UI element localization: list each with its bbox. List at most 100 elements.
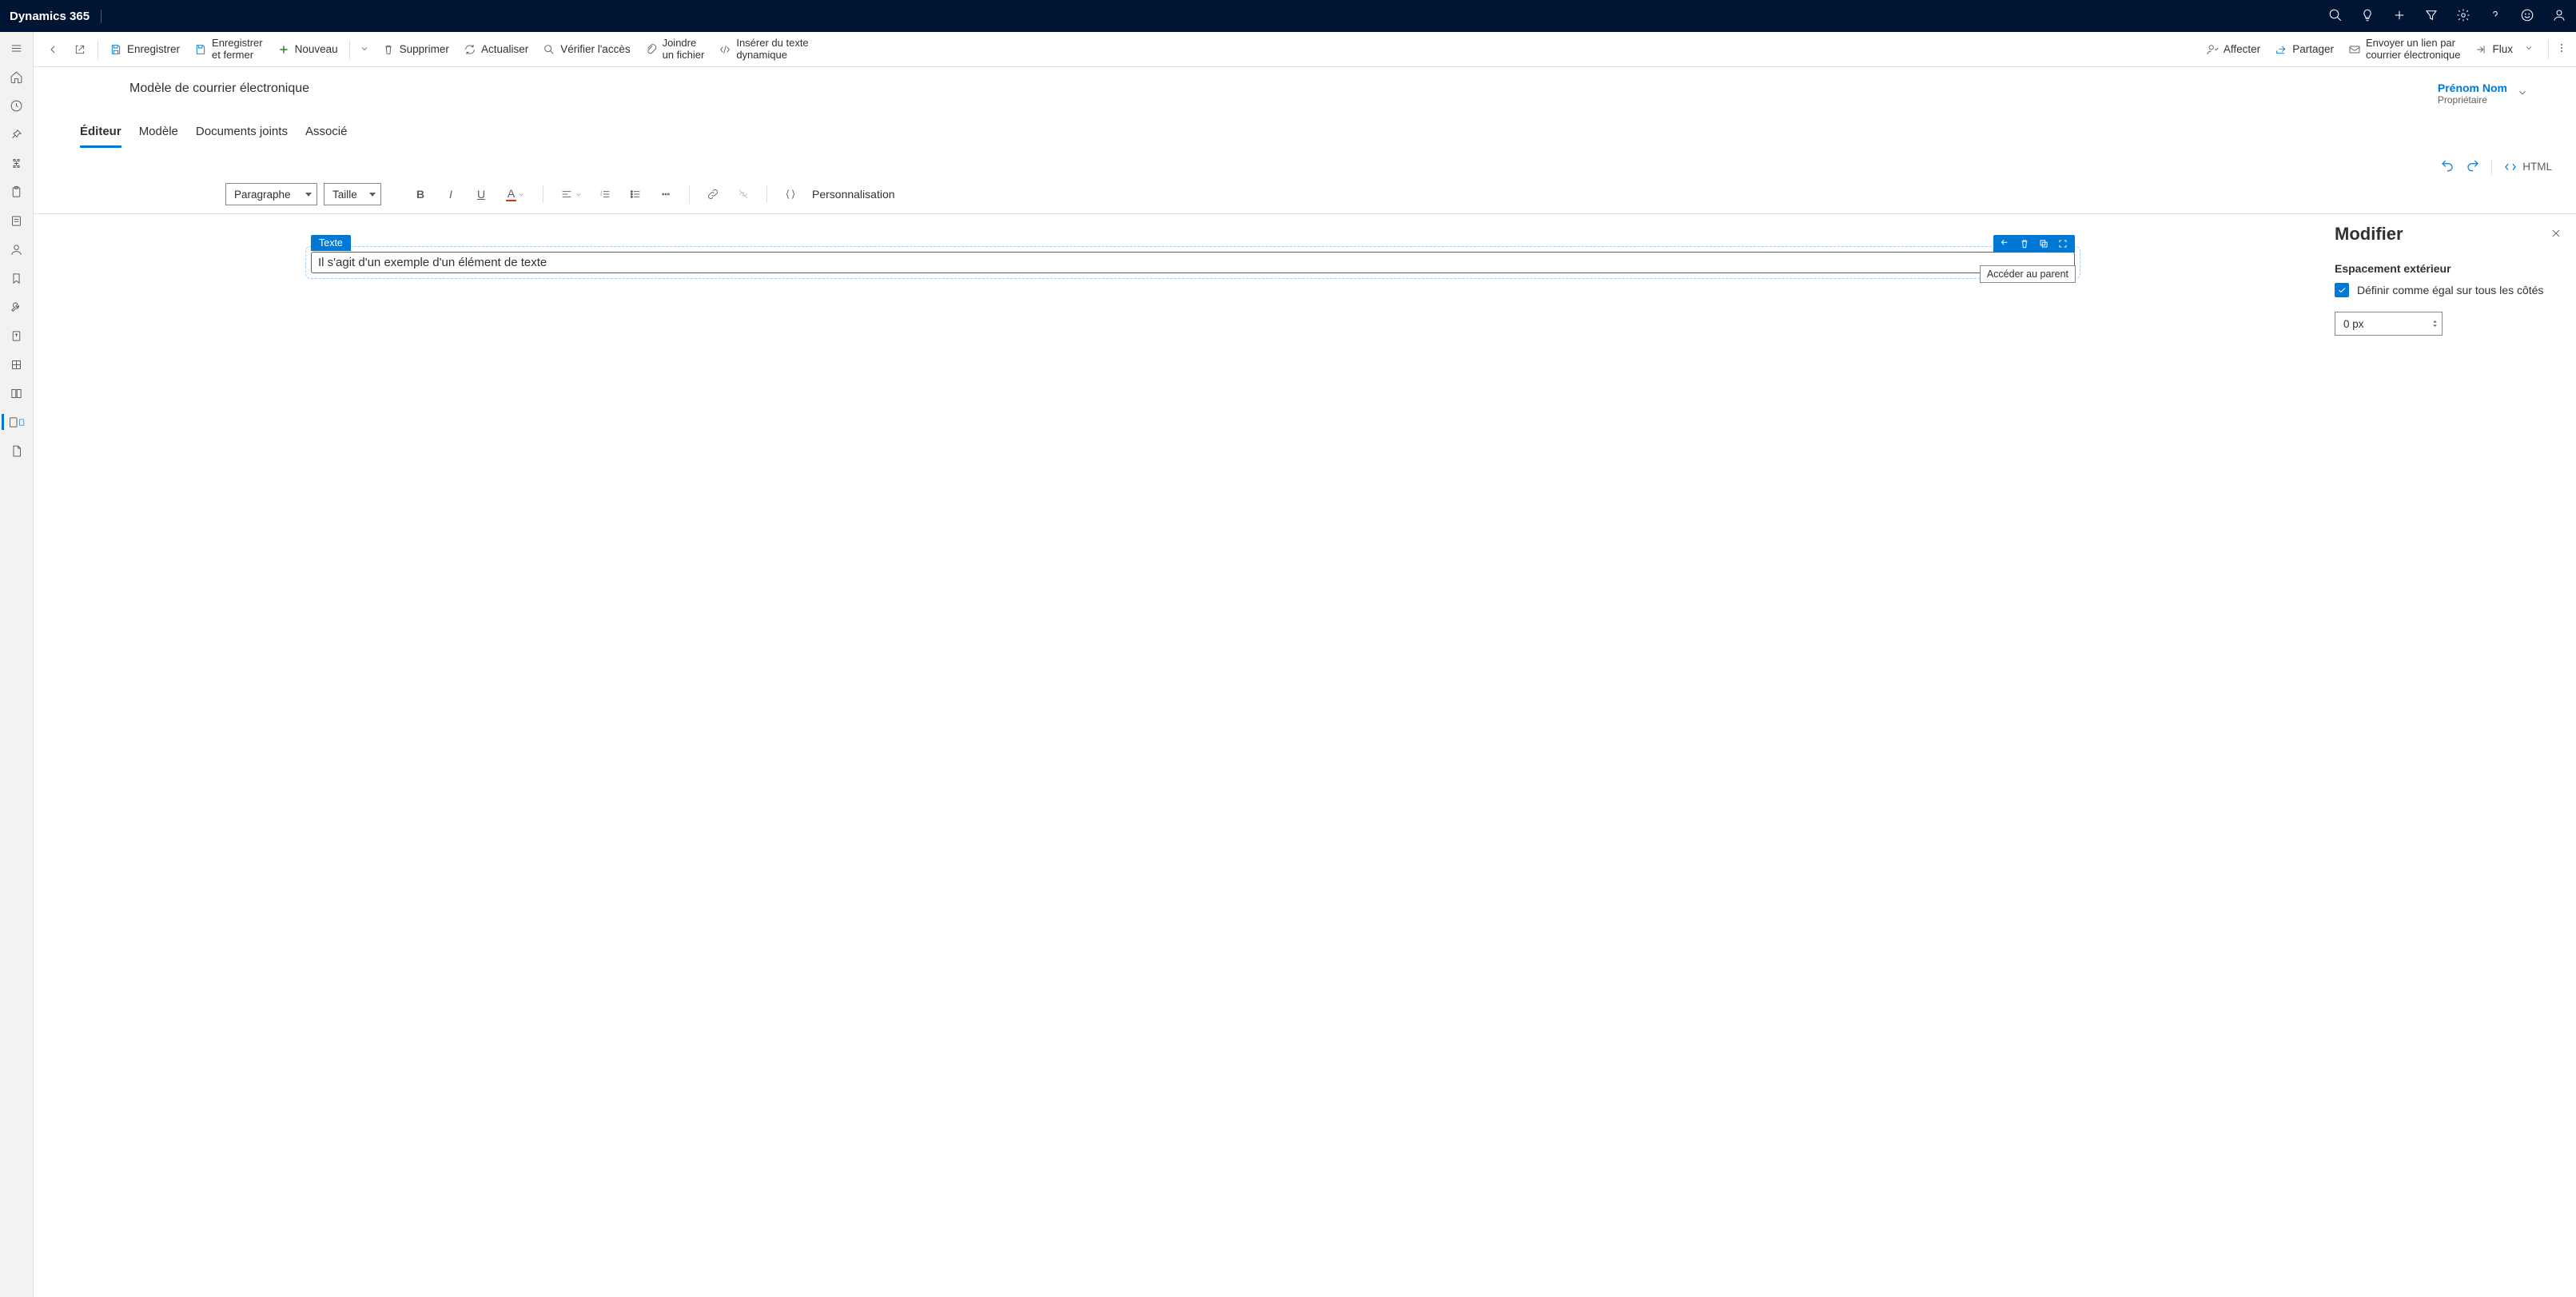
help-icon[interactable] bbox=[2488, 8, 2502, 25]
spacing-label: Espacement extérieur bbox=[2335, 262, 2562, 275]
tooltip: Accéder au parent bbox=[1980, 265, 2076, 283]
share-label: Partager bbox=[2292, 43, 2334, 55]
new-chevron[interactable] bbox=[356, 40, 372, 59]
html-button[interactable]: HTML bbox=[2503, 160, 2552, 174]
refresh-button[interactable]: Actualiser bbox=[459, 40, 533, 59]
spacing-spinner[interactable]: 0 px bbox=[2335, 312, 2443, 336]
check-access-button[interactable]: Vérifier l'accès bbox=[538, 40, 635, 59]
flow-button[interactable]: Flux bbox=[2470, 37, 2542, 62]
gear-icon[interactable] bbox=[2456, 8, 2470, 25]
owner-label: Propriétaire bbox=[2438, 94, 2507, 105]
user-icon[interactable] bbox=[2552, 8, 2566, 25]
sidebar bbox=[0, 32, 34, 1297]
page-icon[interactable] bbox=[2, 441, 32, 460]
pin-icon[interactable] bbox=[2, 125, 32, 144]
app-name: Dynamics 365 bbox=[10, 10, 102, 23]
tab-attachments[interactable]: Documents joints bbox=[196, 120, 288, 148]
save-close-label: Enregistrer et fermer bbox=[212, 38, 263, 62]
assign-button[interactable]: Affecter bbox=[2201, 40, 2265, 59]
more-formatting-button[interactable] bbox=[654, 183, 678, 205]
underline-button[interactable]: U bbox=[469, 183, 493, 205]
editor-toolbar: Paragraphe Taille B I U A 12 Personnalis… bbox=[34, 178, 2576, 214]
bullet-list-button[interactable] bbox=[623, 183, 647, 205]
open-new-button[interactable] bbox=[69, 40, 91, 59]
save-button[interactable]: Enregistrer bbox=[105, 40, 185, 59]
size-select[interactable]: Taille bbox=[324, 183, 381, 205]
overflow-menu[interactable] bbox=[2555, 42, 2568, 57]
command-bar: Enregistrer Enregistrer et fermer Nouvea… bbox=[34, 32, 2576, 67]
bold-button[interactable]: B bbox=[408, 183, 432, 205]
selection-delete-icon[interactable] bbox=[2016, 237, 2033, 251]
properties-panel: Modifier Espacement extérieur Définir co… bbox=[2320, 214, 2576, 1297]
close-panel-icon[interactable] bbox=[2550, 228, 2562, 241]
font-color-button[interactable]: A bbox=[500, 183, 532, 205]
owner-chevron[interactable] bbox=[2517, 87, 2528, 101]
undo-icon[interactable] bbox=[2440, 158, 2455, 175]
braces-icon[interactable] bbox=[778, 183, 802, 205]
html-label: HTML bbox=[2522, 161, 2552, 173]
back-button[interactable] bbox=[42, 40, 64, 59]
numbered-list-button[interactable]: 12 bbox=[593, 183, 617, 205]
hamburger-icon[interactable] bbox=[2, 38, 32, 58]
smile-icon[interactable] bbox=[2520, 8, 2534, 25]
italic-button[interactable]: I bbox=[439, 183, 463, 205]
email-link-label: Envoyer un lien par courrier électroniqu… bbox=[2366, 38, 2461, 62]
owner-name[interactable]: Prénom Nom bbox=[2438, 82, 2507, 94]
link-button[interactable] bbox=[701, 183, 725, 205]
equal-sides-checkbox[interactable] bbox=[2335, 283, 2349, 297]
spacing-value: 0 px bbox=[2343, 318, 2364, 330]
align-button[interactable] bbox=[555, 183, 587, 205]
check-access-label: Vérifier l'accès bbox=[560, 43, 630, 55]
lightbulb-icon[interactable] bbox=[2360, 8, 2375, 25]
tab-model[interactable]: Modèle bbox=[139, 120, 178, 148]
delete-label: Supprimer bbox=[400, 43, 449, 55]
grid-icon[interactable] bbox=[2, 355, 32, 374]
top-header: Dynamics 365 bbox=[0, 0, 2576, 32]
selection-expand-icon[interactable] bbox=[2054, 237, 2072, 251]
search-icon[interactable] bbox=[2328, 8, 2343, 25]
paragraph-select[interactable]: Paragraphe bbox=[225, 183, 317, 205]
svg-text:2: 2 bbox=[600, 192, 603, 196]
tab-related[interactable]: Associé bbox=[305, 120, 348, 148]
redo-icon[interactable] bbox=[2466, 158, 2480, 175]
text-element-content[interactable]: Il s'agit d'un exemple d'un élément de t… bbox=[312, 253, 2074, 273]
properties-title: Modifier bbox=[2335, 224, 2403, 245]
tab-editor[interactable]: Éditeur bbox=[80, 120, 121, 148]
insert-dynamic-label: Insérer du texte dynamique bbox=[736, 38, 808, 62]
list-icon[interactable] bbox=[2, 211, 32, 230]
email-link-button[interactable]: Envoyer un lien par courrier électroniqu… bbox=[2343, 34, 2466, 65]
share-button[interactable]: Partager bbox=[2270, 40, 2339, 59]
clipboard-icon[interactable] bbox=[2, 182, 32, 201]
clock-icon[interactable] bbox=[2, 96, 32, 115]
text-element-selection[interactable]: Texte Il s'agit d'un exemple d'un élémen… bbox=[311, 252, 2075, 273]
insert-dynamic-button[interactable]: Insérer du texte dynamique bbox=[714, 34, 813, 65]
refresh-label: Actualiser bbox=[481, 43, 528, 55]
aggregate-icon[interactable] bbox=[2, 153, 32, 173]
new-button[interactable]: Nouveau bbox=[273, 40, 343, 59]
bookmark-icon[interactable] bbox=[2, 269, 32, 288]
plus-icon[interactable] bbox=[2392, 8, 2407, 25]
assign-label: Affecter bbox=[2224, 43, 2260, 55]
template-icon[interactable] bbox=[2, 412, 32, 432]
wrench-icon[interactable] bbox=[2, 297, 32, 316]
element-type-label: Texte bbox=[311, 235, 351, 251]
spinner-down-icon[interactable] bbox=[2431, 324, 2439, 328]
book-icon[interactable] bbox=[2, 384, 32, 403]
people-icon[interactable] bbox=[2, 240, 32, 259]
home-icon[interactable] bbox=[2, 67, 32, 86]
unlink-button[interactable] bbox=[731, 183, 755, 205]
attach-file-label: Joindre un fichier bbox=[663, 38, 705, 62]
flow-label: Flux bbox=[2492, 43, 2513, 55]
export-icon[interactable] bbox=[2, 326, 32, 345]
delete-button[interactable]: Supprimer bbox=[377, 40, 454, 59]
filter-icon[interactable] bbox=[2424, 8, 2439, 25]
personalisation-button[interactable]: Personnalisation bbox=[812, 188, 895, 201]
equal-sides-label: Définir comme égal sur tous les côtés bbox=[2357, 284, 2543, 296]
attach-file-button[interactable]: Joindre un fichier bbox=[640, 34, 710, 65]
save-close-button[interactable]: Enregistrer et fermer bbox=[189, 34, 268, 65]
selection-undo-icon[interactable] bbox=[1997, 237, 2014, 251]
new-label: Nouveau bbox=[295, 43, 338, 55]
page-title: Modèle de courrier électronique bbox=[129, 82, 309, 96]
editor-canvas: Texte Il s'agit d'un exemple d'un élémen… bbox=[34, 214, 2320, 1297]
selection-duplicate-icon[interactable] bbox=[2035, 237, 2052, 251]
